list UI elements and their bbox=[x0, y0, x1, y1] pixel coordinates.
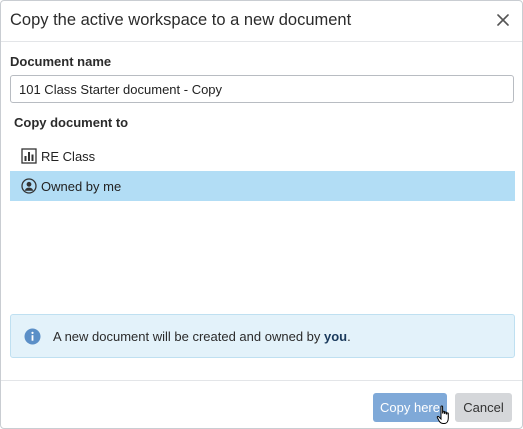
copy-workspace-dialog: Copy the active workspace to a new docum… bbox=[0, 0, 523, 429]
location-item-label: RE Class bbox=[41, 148, 96, 164]
copy-to-label: Copy document to bbox=[14, 115, 129, 130]
info-message: A new document will be created and owned… bbox=[10, 314, 515, 358]
dialog-header: Copy the active workspace to a new docum… bbox=[1, 1, 522, 42]
location-item-label: Owned by me bbox=[41, 178, 122, 194]
close-icon[interactable] bbox=[494, 11, 512, 29]
location-item-owned-by-me[interactable]: Owned by me bbox=[10, 171, 515, 201]
dialog-title: Copy the active workspace to a new docum… bbox=[10, 11, 352, 29]
location-item-re-class[interactable]: RE Class bbox=[10, 141, 515, 171]
hand-cursor-icon bbox=[436, 405, 449, 424]
cancel-button[interactable]: Cancel bbox=[455, 393, 512, 422]
document-name-input[interactable] bbox=[10, 75, 514, 103]
owner-name: you bbox=[324, 328, 348, 344]
info-icon bbox=[24, 328, 41, 344]
classroom-icon bbox=[21, 148, 37, 164]
document-name-label: Document name bbox=[10, 54, 112, 69]
user-icon bbox=[21, 178, 37, 194]
info-text: A new document will be created and owned… bbox=[53, 328, 351, 344]
